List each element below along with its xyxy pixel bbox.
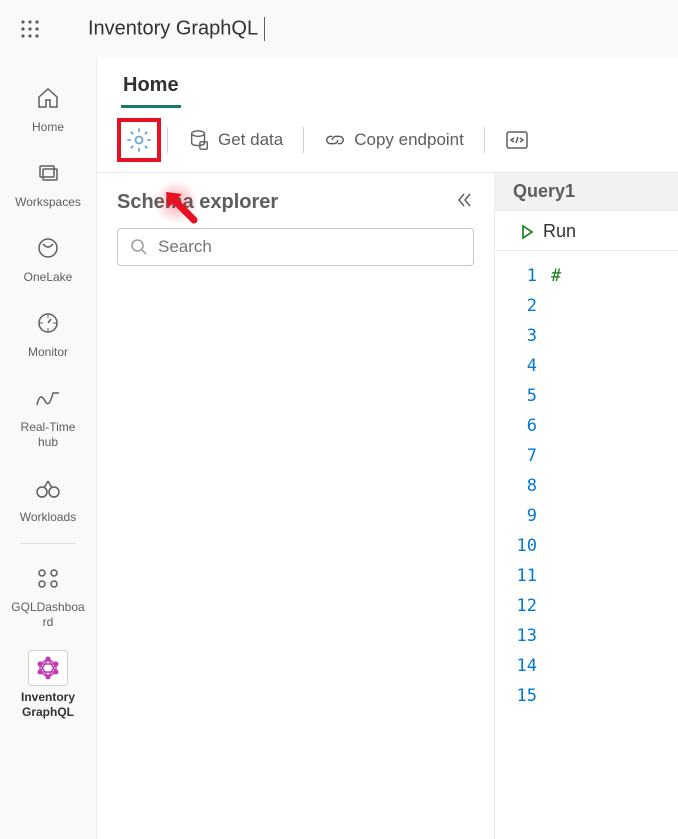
query-tab[interactable]: Query1: [513, 181, 575, 201]
play-icon: [519, 224, 535, 240]
toolbar-separator: [484, 127, 485, 153]
rail-item-monitor[interactable]: Monitor: [8, 297, 88, 370]
rail-label: OneLake: [24, 270, 73, 285]
schema-search-input[interactable]: [158, 237, 461, 257]
database-icon: [188, 129, 210, 151]
gear-icon: [125, 126, 153, 154]
rail-label: Workloads: [20, 510, 76, 525]
code-content: #: [551, 261, 678, 839]
rail-item-realtime[interactable]: Real-Time hub: [8, 372, 88, 460]
app-launcher-button[interactable]: [12, 11, 48, 47]
search-icon: [130, 238, 148, 256]
link-icon: [324, 129, 346, 151]
monitor-icon: [36, 311, 60, 335]
line-gutter: 1 2 3 4 5 6 7 8 9 10 11 12 13 14: [495, 261, 551, 839]
settings-button[interactable]: [117, 118, 161, 162]
code-icon: [505, 129, 529, 151]
tab-home[interactable]: Home: [121, 70, 181, 108]
query-panel: Query1 Run 1 2 3 4 5 6 7: [495, 173, 678, 839]
rail-label: GQLDashboard: [10, 600, 86, 630]
copy-endpoint-label: Copy endpoint: [354, 130, 464, 150]
rail-label: Home: [32, 120, 64, 135]
copy-endpoint-button[interactable]: Copy endpoint: [310, 123, 478, 157]
run-label: Run: [543, 221, 576, 242]
home-icon: [36, 86, 60, 110]
dashboard-icon: [35, 567, 61, 589]
schema-explorer-panel: Schema explorer: [97, 173, 495, 839]
rail-item-workloads[interactable]: Workloads: [8, 462, 88, 535]
workspaces-icon: [36, 161, 60, 185]
toolbar-separator: [303, 127, 304, 153]
tab-strip: Home: [97, 58, 678, 108]
rail-item-inventory-graphql[interactable]: Inventory GraphQL: [8, 642, 88, 730]
get-data-button[interactable]: Get data: [174, 123, 297, 157]
schema-explorer-title: Schema explorer: [117, 191, 278, 214]
left-rail: Home Workspaces OneLake: [0, 58, 96, 839]
run-button[interactable]: Run: [495, 211, 678, 251]
generate-code-button[interactable]: [491, 123, 543, 157]
workloads-icon: [35, 477, 61, 499]
rail-item-onelake[interactable]: OneLake: [8, 222, 88, 295]
main-area: Home Get data Copy endpoin: [96, 58, 678, 839]
rail-label: Monitor: [28, 345, 68, 360]
realtime-icon: [35, 387, 61, 409]
rail-label: Real-Time hub: [10, 420, 86, 450]
code-editor[interactable]: 1 2 3 4 5 6 7 8 9 10 11 12 13 14: [495, 251, 678, 839]
app-title: Inventory GraphQL: [88, 17, 265, 41]
query-tab-strip: Query1: [495, 173, 678, 211]
graphql-icon: [36, 656, 60, 680]
rail-item-workspaces[interactable]: Workspaces: [8, 147, 88, 220]
rail-item-home[interactable]: Home: [8, 72, 88, 145]
chevron-double-left-icon: [456, 191, 474, 209]
waffle-icon: [21, 20, 39, 38]
onelake-icon: [36, 236, 60, 260]
collapse-schema-button[interactable]: [456, 191, 474, 214]
rail-divider: [20, 543, 76, 544]
rail-label: Inventory GraphQL: [10, 690, 86, 720]
toolbar-separator: [167, 127, 168, 153]
toolbar: Get data Copy endpoint: [97, 108, 678, 172]
get-data-label: Get data: [218, 130, 283, 150]
rail-item-gqldashboard[interactable]: GQLDashboard: [8, 552, 88, 640]
rail-label: Workspaces: [15, 195, 81, 210]
schema-search-box[interactable]: [117, 228, 474, 266]
